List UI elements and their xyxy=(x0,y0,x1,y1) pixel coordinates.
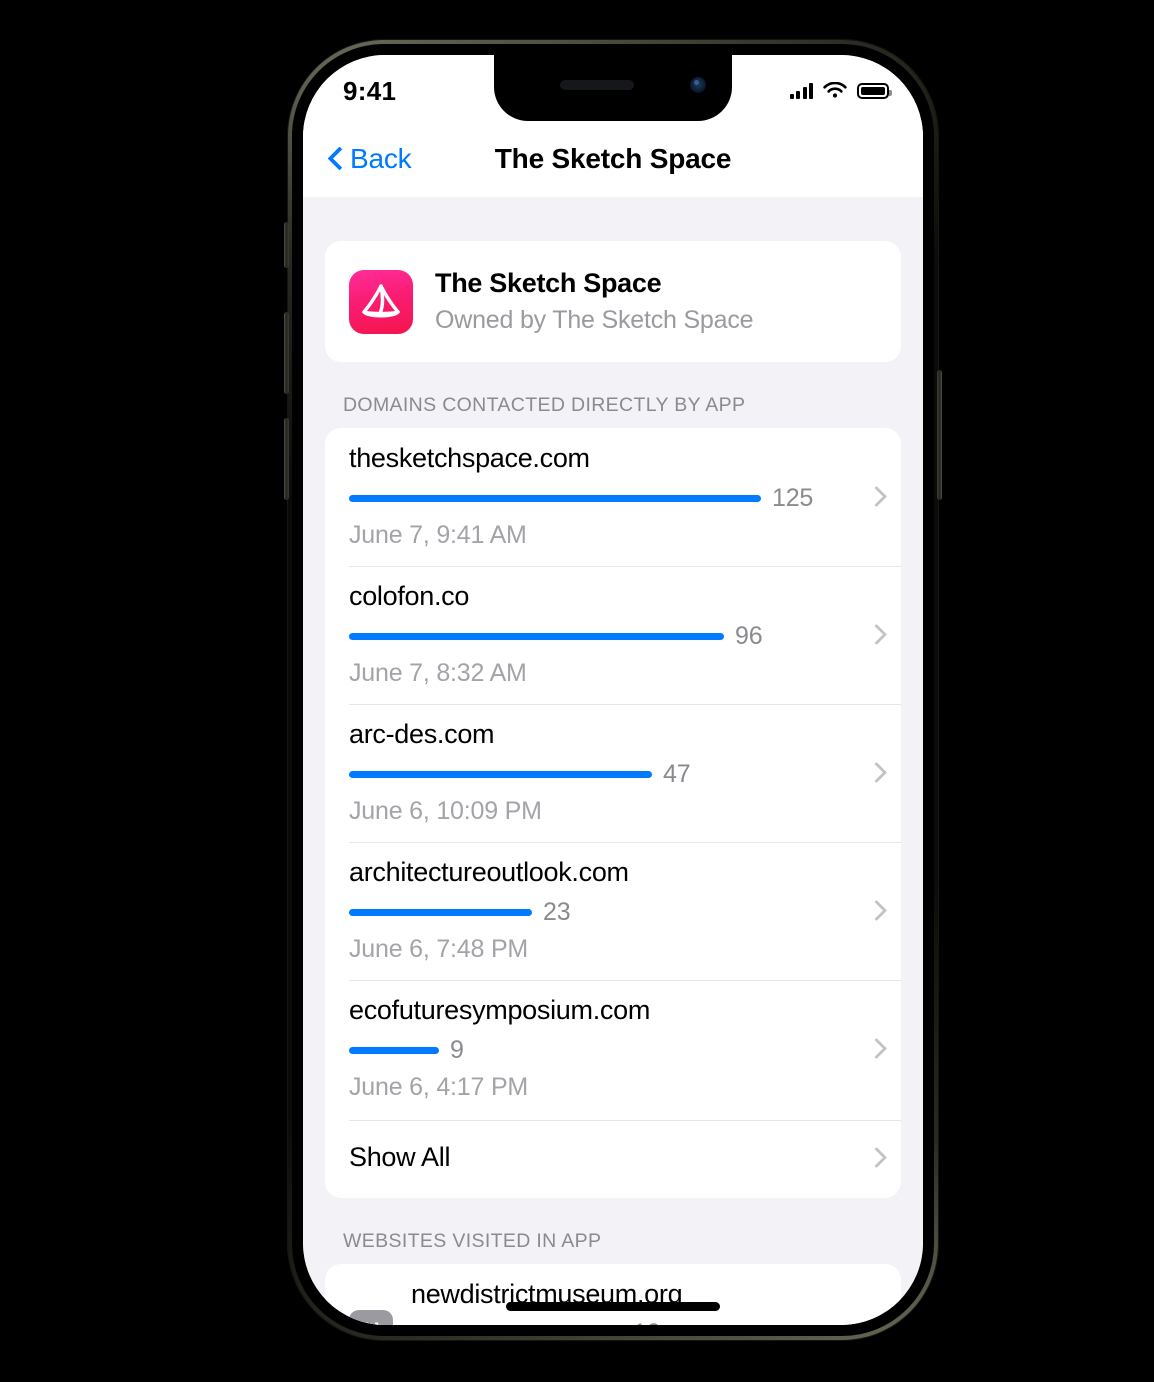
usage-bar xyxy=(349,632,724,640)
earpiece-speaker-icon xyxy=(560,80,634,90)
home-indicator[interactable] xyxy=(506,1302,720,1311)
table-row[interactable]: colofon.co 96 June 7, 8:32 AM xyxy=(325,566,901,704)
row-domain: architectureoutlook.com xyxy=(349,856,629,887)
row-count: 10 xyxy=(633,1319,661,1325)
row-domain: colofon.co xyxy=(349,581,470,612)
section-header-websites: WEBSITES VISITED IN APP xyxy=(343,1229,602,1252)
device-screen: 9:41 Back The Sketch Space The Sketch Sp… xyxy=(303,55,923,1325)
row-count: 9 xyxy=(450,1035,464,1064)
usage-bar xyxy=(349,770,652,778)
table-row[interactable]: thesketchspace.com 125 June 7, 9:41 AM xyxy=(325,428,901,566)
cellular-signal-icon xyxy=(789,83,813,99)
screenshot-stage: 9:41 Back The Sketch Space The Sketch Sp… xyxy=(0,0,1154,1382)
row-domain: arc-des.com xyxy=(349,718,495,749)
app-info-card[interactable]: The Sketch Space Owned by The Sketch Spa… xyxy=(325,241,901,363)
row-timestamp: June 7, 8:32 AM xyxy=(349,658,527,687)
usage-bar xyxy=(349,495,761,503)
usage-bar xyxy=(349,1046,439,1054)
row-count: 96 xyxy=(735,621,763,650)
chevron-right-icon xyxy=(859,1321,901,1325)
list-item[interactable]: N newdistrictmuseum.org 10 newdistrictmu… xyxy=(325,1264,901,1325)
page-title: The Sketch Space xyxy=(494,143,732,174)
chevron-right-icon xyxy=(859,1037,901,1059)
table-row[interactable]: architectureoutlook.com 23 June 6, 7:48 … xyxy=(325,841,901,980)
app-name: The Sketch Space xyxy=(435,268,662,298)
volume-down-button[interactable] xyxy=(284,418,289,500)
row-domain: ecofuturesymposium.com xyxy=(349,994,651,1025)
status-bar-clock: 9:41 xyxy=(343,75,397,106)
section-header-domains: DOMAINS CONTACTED DIRECTLY BY APP xyxy=(343,394,746,417)
chevron-right-icon xyxy=(859,899,901,921)
display-notch xyxy=(494,55,732,121)
app-owner: Owned by The Sketch Space xyxy=(435,305,754,334)
usage-bar xyxy=(349,908,532,916)
chevron-right-icon xyxy=(859,761,901,783)
chevron-left-icon xyxy=(325,149,345,169)
site-favicon: N xyxy=(349,1309,393,1325)
row-timestamp: June 7, 9:41 AM xyxy=(349,521,527,550)
the-sketch-space-app-icon xyxy=(349,269,413,334)
navigation-bar: Back The Sketch Space xyxy=(303,121,923,197)
front-camera-icon xyxy=(690,77,706,93)
power-button[interactable] xyxy=(937,370,942,500)
iphone-device-frame: 9:41 Back The Sketch Space The Sketch Sp… xyxy=(284,40,942,1340)
domains-list-card: thesketchspace.com 125 June 7, 9:41 AM c… xyxy=(325,428,901,1198)
show-all-button[interactable]: Show All xyxy=(325,1118,901,1198)
battery-icon xyxy=(857,83,892,99)
row-timestamp: June 6, 4:17 PM xyxy=(349,1072,529,1101)
row-count: 125 xyxy=(772,484,814,513)
table-row[interactable]: arc-des.com 47 June 6, 10:09 PM xyxy=(325,703,901,842)
chevron-right-icon xyxy=(859,486,901,508)
row-domain: thesketchspace.com xyxy=(349,443,590,474)
chevron-right-icon xyxy=(859,623,901,646)
row-timestamp: June 6, 7:48 PM xyxy=(349,934,529,963)
back-button[interactable]: Back xyxy=(325,143,412,175)
row-timestamp: June 6, 10:09 PM xyxy=(349,796,542,825)
mute-switch[interactable] xyxy=(284,222,289,268)
row-count: 47 xyxy=(663,759,691,788)
table-row[interactable]: ecofuturesymposium.com 9 June 6, 4:17 PM xyxy=(325,979,901,1118)
volume-up-button[interactable] xyxy=(284,312,289,394)
websites-list-card: N newdistrictmuseum.org 10 newdistrictmu… xyxy=(325,1263,901,1325)
wifi-icon xyxy=(823,82,847,98)
scroll-content[interactable]: The Sketch Space Owned by The Sketch Spa… xyxy=(303,197,923,1325)
chevron-right-icon xyxy=(859,1146,901,1169)
row-count: 23 xyxy=(543,897,571,926)
status-bar-indicators xyxy=(789,76,892,100)
device-bezel: 9:41 Back The Sketch Space The Sketch Sp… xyxy=(297,49,929,1331)
show-all-label: Show All xyxy=(349,1141,451,1172)
back-button-label: Back xyxy=(350,143,412,174)
